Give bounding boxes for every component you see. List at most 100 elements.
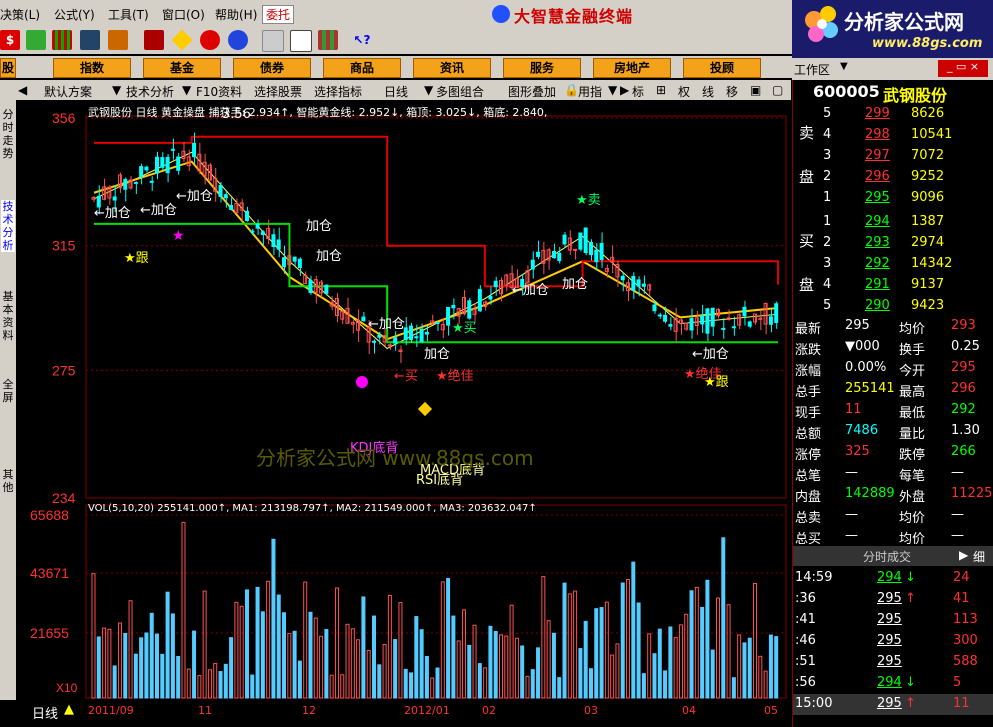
quote-value: 255141 — [845, 381, 895, 396]
sell-row[interactable]: 2 296 9252 — [793, 167, 993, 188]
workspace-label[interactable]: 工作区 — [794, 61, 830, 78]
select-stock-button[interactable]: 选择股票 — [254, 83, 302, 100]
move-button[interactable]: 移 — [726, 83, 738, 100]
nav-tab-info[interactable]: 资讯 — [413, 58, 491, 78]
price: 295 — [865, 190, 890, 205]
sell-row[interactable]: 5 299 8626 — [793, 104, 993, 125]
flag-icon[interactable] — [26, 30, 46, 50]
menu-tools[interactable]: 工具(T) — [108, 6, 149, 23]
ticks-title[interactable]: 分时成交 — [863, 548, 911, 565]
use-indicator-button[interactable]: 用指 — [578, 83, 602, 100]
tab-technical[interactable]: 技术分析 — [1, 200, 15, 252]
buy-row[interactable]: 5 290 9423 — [793, 296, 993, 317]
candle-body — [768, 316, 773, 325]
kline-chart[interactable]: 356315275234656884367121655X10←加仓 ←加仓←加仓加… — [16, 100, 791, 705]
indicator-arrow-icon[interactable]: ▼ — [608, 83, 617, 97]
volume-bar — [260, 611, 265, 699]
tick-time: :41 — [795, 612, 816, 627]
ticks-detail[interactable]: 细 — [973, 548, 985, 565]
candle-body — [223, 194, 228, 199]
volume-bar — [657, 628, 662, 699]
help-cursor-icon[interactable]: ↖? — [352, 30, 372, 50]
tick-price: 295 — [877, 696, 902, 711]
trade-button[interactable]: 委托 — [262, 5, 295, 24]
tab-fundamentals[interactable]: 基本资料 — [1, 290, 15, 342]
period-dropdown[interactable]: 日线 — [384, 83, 408, 100]
tab-intraday[interactable]: 分时走势 — [1, 108, 15, 160]
forward-arrow-icon[interactable]: ▶ — [620, 83, 629, 97]
crosshair-icon[interactable]: ⊞ — [656, 83, 666, 97]
volume-bar — [573, 590, 578, 699]
tech-arrow-icon[interactable]: ▼ — [182, 83, 191, 97]
menu-help[interactable]: 帮助(H) — [215, 6, 257, 23]
sell-row[interactable]: 3 297 7072 — [793, 146, 993, 167]
menu-window[interactable]: 窗口(O) — [162, 6, 205, 23]
tab-other[interactable]: 其他 — [1, 468, 15, 494]
window-icon[interactable] — [290, 30, 312, 52]
scheme-dropdown[interactable]: 默认方案 — [44, 83, 92, 100]
rights-button[interactable]: 权 — [678, 83, 690, 100]
volume-bar — [715, 597, 720, 699]
volume-bar — [366, 649, 371, 699]
mark-button[interactable]: 标 — [632, 83, 644, 100]
price-tick-label: 356 — [52, 110, 76, 126]
workspace-dropdown-icon[interactable]: ▼ — [840, 61, 848, 72]
f10-button[interactable]: F10资料 — [196, 83, 242, 100]
chart-annotation: ★买 — [452, 321, 477, 336]
nav-tab-fund[interactable]: 基金 — [143, 58, 221, 78]
menu-formula[interactable]: 公式(Y) — [54, 6, 95, 23]
chart-area[interactable]: 356 315 275 234 65688 43671 21655 X10 ←加仓 ←加仓 ←加仓加… — [16, 100, 791, 705]
candle-body — [467, 300, 472, 319]
logo-name: 分析家公式网 — [844, 10, 964, 34]
nav-tab-advisor[interactable]: 投顾 — [683, 58, 761, 78]
disc-red-icon[interactable] — [200, 30, 220, 50]
select-indicator-button[interactable]: 选择指标 — [314, 83, 362, 100]
dollar-icon[interactable]: $ — [0, 30, 20, 50]
lock-icon[interactable]: 🔒 — [564, 83, 579, 97]
nav-tab-service[interactable]: 服务 — [503, 58, 581, 78]
period-arrow-icon[interactable]: ▼ — [424, 83, 433, 97]
stock-code: 600005 — [813, 82, 880, 101]
quote-value: — — [951, 465, 964, 480]
multi-chart-dropdown[interactable]: 多图组合 — [436, 83, 484, 100]
binoculars-icon[interactable] — [80, 30, 100, 50]
scheme-arrow-icon[interactable]: ▼ — [112, 83, 121, 97]
volume-bar — [313, 617, 318, 699]
buy-row[interactable]: 3 292 14342 — [793, 254, 993, 275]
candle-body — [192, 142, 197, 158]
diamond-icon[interactable] — [171, 29, 193, 51]
buy-row[interactable]: 1 294 1387 — [793, 212, 993, 233]
sell-row[interactable]: 4 298 10541 — [793, 125, 993, 146]
draw-line-button[interactable]: 线 — [702, 83, 714, 100]
note-icon[interactable] — [262, 30, 284, 52]
nav-tab-stock[interactable]: 股 — [0, 58, 16, 78]
period-up-icon[interactable]: ▲ — [64, 702, 74, 717]
books-icon[interactable] — [318, 30, 338, 50]
nav-tab-realestate[interactable]: 房地产 — [593, 58, 671, 78]
volume-bar — [525, 675, 530, 699]
volume-bar — [181, 521, 186, 699]
page-icon[interactable]: ▣ — [750, 83, 761, 97]
sell-row[interactable]: 1 295 9096 — [793, 188, 993, 209]
buy-row[interactable]: 2 293 2974 — [793, 233, 993, 254]
disc-blue-icon[interactable] — [228, 30, 248, 50]
tab-fullscreen[interactable]: 全屏 — [1, 378, 15, 404]
overlay-button[interactable]: 图形叠加 — [508, 83, 556, 100]
menu-decision[interactable]: 决策(L) — [0, 6, 40, 23]
candle-body — [133, 181, 138, 184]
speaker-icon[interactable] — [108, 30, 128, 50]
bars-icon[interactable] — [52, 30, 72, 50]
buy-row[interactable]: 4 291 9137 — [793, 275, 993, 296]
ticks-forward-icon[interactable]: ▶ — [959, 548, 968, 562]
candle-body — [377, 334, 382, 338]
window-controls[interactable]: _ ▭ × — [938, 60, 988, 77]
candle-body — [446, 306, 451, 326]
volume-bar — [192, 630, 197, 699]
nav-tab-index[interactable]: 指数 — [53, 58, 131, 78]
tech-analysis-dropdown[interactable]: 技术分析 — [126, 83, 174, 100]
nav-tab-bond[interactable]: 债券 — [233, 58, 311, 78]
maximize-icon[interactable]: ▢ — [772, 83, 783, 97]
chart-up-icon[interactable] — [144, 30, 164, 50]
nav-tab-commodity[interactable]: 商品 — [323, 58, 401, 78]
back-arrow-icon[interactable]: ◀ — [18, 83, 27, 97]
